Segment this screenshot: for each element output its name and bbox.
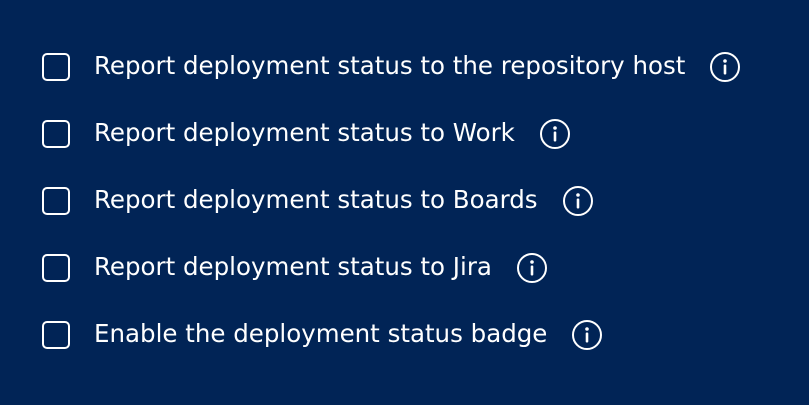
option-report-work[interactable]: Report deployment status to Work [42, 100, 741, 167]
option-label: Report deployment status to Work [94, 118, 515, 148]
report-work-checkbox[interactable] [42, 119, 70, 148]
option-report-boards[interactable]: Report deployment status to Boards [42, 167, 741, 234]
option-label: Report deployment status to the reposito… [94, 51, 686, 81]
info-icon[interactable] [709, 51, 741, 83]
option-label: Report deployment status to Jira [94, 252, 492, 282]
option-report-repository-host[interactable]: Report deployment status to the reposito… [42, 33, 741, 100]
info-icon[interactable] [539, 118, 571, 150]
option-label: Report deployment status to Boards [94, 185, 538, 215]
report-boards-checkbox[interactable] [42, 186, 70, 215]
report-repository-host-checkbox[interactable] [42, 52, 70, 81]
status-badge-checkbox[interactable] [42, 320, 70, 349]
option-status-badge[interactable]: Enable the deployment status badge [42, 301, 741, 368]
info-icon[interactable] [562, 185, 594, 217]
option-label: Enable the deployment status badge [94, 319, 548, 349]
option-report-jira[interactable]: Report deployment status to Jira [42, 234, 741, 301]
info-icon[interactable] [516, 252, 548, 284]
deployment-status-options: Report deployment status to the reposito… [42, 33, 741, 368]
info-icon[interactable] [571, 319, 603, 351]
report-jira-checkbox[interactable] [42, 253, 70, 282]
